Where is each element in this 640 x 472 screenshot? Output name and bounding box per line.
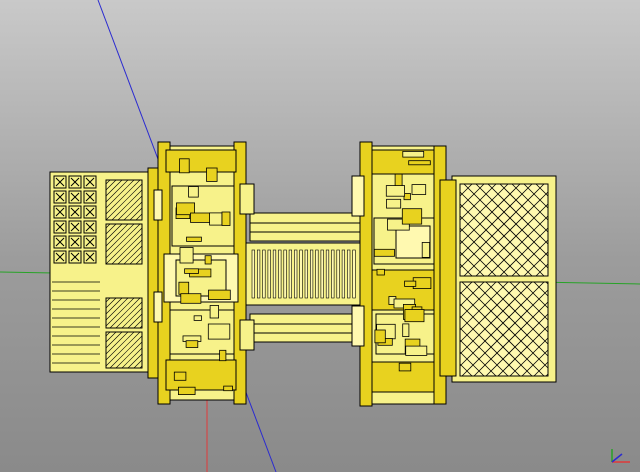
machine-model[interactable] <box>49 141 557 407</box>
axis-triad-icon <box>611 449 630 463</box>
left-vent-panel[interactable] <box>49 171 153 373</box>
left-drum-block[interactable] <box>147 141 255 405</box>
3d-viewport[interactable] <box>0 0 640 472</box>
connecting-rods[interactable] <box>245 212 363 343</box>
right-drum-block[interactable] <box>351 141 457 407</box>
model-scene[interactable] <box>0 0 640 472</box>
right-lattice-panel[interactable] <box>451 175 557 383</box>
